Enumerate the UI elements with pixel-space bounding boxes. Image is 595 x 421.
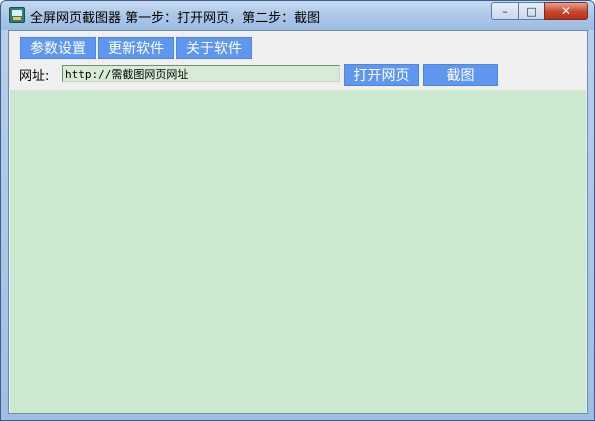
capture-button[interactable]: 截图 <box>423 64 498 86</box>
title-bar[interactable]: 全屏网页截图器 第一步：打开网页，第二步：截图 – □ ✕ <box>1 1 594 30</box>
maximize-icon: □ <box>526 4 537 18</box>
app-screenshot-icon <box>9 7 25 23</box>
client-area: 参数设置 更新软件 关于软件 网址: 打开网页 截图 <box>8 30 588 414</box>
about-button[interactable]: 关于软件 <box>176 37 252 59</box>
minimize-icon: – <box>502 4 508 18</box>
close-icon: ✕ <box>560 4 572 18</box>
window-controls: – □ ✕ <box>491 2 588 20</box>
url-input[interactable] <box>62 65 340 82</box>
update-button[interactable]: 更新软件 <box>98 37 174 59</box>
browser-view[interactable] <box>10 90 586 413</box>
app-window: 全屏网页截图器 第一步：打开网页，第二步：截图 – □ ✕ 参数设置 更新软件 … <box>0 0 595 421</box>
settings-button[interactable]: 参数设置 <box>20 37 96 59</box>
minimize-button[interactable]: – <box>491 2 518 20</box>
close-button[interactable]: ✕ <box>544 2 588 20</box>
window-title: 全屏网页截图器 第一步：打开网页，第二步：截图 <box>30 11 321 26</box>
url-label: 网址: <box>19 69 50 84</box>
open-page-button[interactable]: 打开网页 <box>344 64 419 86</box>
maximize-button[interactable]: □ <box>518 2 544 20</box>
